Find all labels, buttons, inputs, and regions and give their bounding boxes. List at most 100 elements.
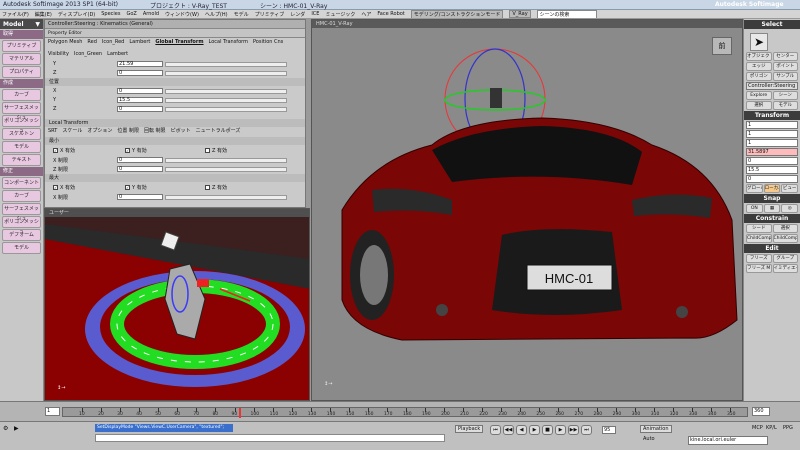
scale-x-field[interactable]: 1 — [746, 121, 798, 129]
value-field[interactable]: 21.59 — [117, 61, 163, 67]
checkbox[interactable]: ✓ — [125, 185, 130, 190]
toolbar-button[interactable]: テキスト — [2, 154, 41, 166]
object-select-button[interactable]: オブジェクト — [746, 52, 772, 61]
toolbar-button[interactable]: ポリゴンメッシュ — [2, 115, 41, 134]
animated-param-field[interactable]: kine.local.ori.euler — [688, 436, 768, 445]
sample-select-button[interactable]: サンプル — [772, 72, 798, 81]
select-arrow-icon[interactable]: ➤ — [750, 33, 768, 51]
perspective-scene[interactable]: ↕→ — [45, 209, 310, 401]
menu-item[interactable]: ファイル(F) — [2, 11, 29, 18]
toolbar-title[interactable]: Model ▼ — [0, 19, 43, 29]
scale-y-field[interactable]: 1 — [746, 130, 798, 138]
edge-select-button[interactable]: エッジ — [746, 62, 772, 71]
local-subtab[interactable]: ピボット — [171, 128, 191, 135]
snap-option-button[interactable]: ◎ — [781, 204, 799, 213]
property-tab[interactable]: Global Transform — [155, 39, 203, 46]
menu-item[interactable]: ICE — [311, 11, 319, 17]
x-max-slider[interactable] — [165, 194, 287, 200]
checkbox[interactable]: ✓ — [125, 148, 130, 153]
local-subtab[interactable]: 回転 制限 — [144, 128, 166, 135]
polygon-select-button[interactable]: ポリゴン — [746, 72, 772, 81]
property-tab[interactable]: Polygon Mesh — [48, 39, 82, 46]
pos-x-field[interactable]: 0 — [746, 157, 798, 165]
next-frame-button[interactable]: ▶ — [555, 425, 566, 435]
menu-item[interactable]: レンダ — [290, 11, 305, 18]
stop-button[interactable]: ■ — [542, 425, 553, 435]
value-field[interactable]: 0 — [117, 70, 163, 76]
toolbar-button[interactable]: マテリアル — [2, 53, 41, 65]
ppg-tab[interactable]: PPG — [783, 425, 793, 431]
point-select-button[interactable]: ポイント — [772, 62, 798, 71]
pos-z-slider[interactable] — [165, 106, 287, 112]
menu-item[interactable]: ミュージック — [325, 11, 355, 18]
start-frame-field[interactable]: 1 — [45, 407, 60, 416]
perspective-viewport[interactable]: ↕→ ユーザー — [44, 208, 310, 401]
local-subtab[interactable]: スケール — [62, 128, 82, 135]
menu-item[interactable]: プリミティブ — [255, 11, 285, 18]
immediate-button[interactable]: イミディエイト — [772, 264, 798, 273]
toolbar-button[interactable]: モデル — [2, 242, 41, 254]
next-key-button[interactable]: ▶▶ — [568, 425, 579, 435]
z-min-slider[interactable] — [165, 166, 287, 172]
menu-item[interactable]: ヘルプ(H) — [205, 11, 228, 18]
play-icon[interactable]: ▶ — [14, 425, 19, 432]
toolbar-button[interactable]: プリミティブ — [2, 40, 41, 52]
snap-option-button[interactable]: ▦ — [763, 204, 781, 213]
red-axis-handle[interactable] — [197, 279, 209, 287]
seed-button[interactable]: シード — [746, 224, 772, 233]
playback-menu[interactable]: Playback — [455, 425, 484, 433]
local-subtab[interactable]: SRT — [48, 128, 57, 135]
auto-key-label[interactable]: Auto — [643, 436, 655, 442]
steering-controller[interactable] — [490, 88, 502, 108]
kpl-tab[interactable]: KP/L — [766, 425, 777, 431]
x-min-field[interactable]: 0 — [117, 157, 163, 163]
mcp-tab[interactable]: MCP — [752, 425, 763, 431]
constrain-select-button[interactable]: 選択 — [772, 224, 798, 233]
play-button[interactable]: ▶ — [529, 425, 540, 435]
group-button[interactable]: グループ — [772, 254, 798, 263]
property-tab[interactable]: Local Transform — [209, 39, 248, 46]
script-command-line[interactable]: SetDisplayMode "Views.ViewC.UserCamera",… — [95, 424, 233, 432]
last-frame-button[interactable]: ⏭ — [581, 425, 592, 435]
freeze-button[interactable]: フリーズ — [746, 254, 772, 263]
viewport-header[interactable]: HMC-01_V-Ray — [312, 20, 742, 28]
checkbox[interactable] — [205, 148, 210, 153]
property-tab[interactable]: Position Cns — [253, 39, 283, 46]
local-subtab[interactable]: 位置 制限 — [117, 128, 139, 135]
childcomp-button[interactable]: ChildComp — [772, 234, 798, 243]
property-tab[interactable]: Icon_Red — [102, 39, 124, 46]
model-button[interactable]: モデル — [772, 101, 798, 110]
menu-item[interactable]: Face Robot — [377, 11, 404, 17]
scene-button[interactable]: シーン — [772, 91, 798, 100]
local-button[interactable]: ローカル — [763, 184, 781, 193]
checkbox[interactable]: ✓ — [53, 185, 58, 190]
viewport-header[interactable]: ユーザー — [45, 209, 309, 217]
pos-y-field[interactable]: 15.5 — [117, 97, 163, 103]
first-frame-button[interactable]: ⏮ — [490, 425, 501, 435]
property-tab[interactable]: Icon_Green — [74, 51, 102, 58]
toolbar-button[interactable]: モデル — [2, 141, 41, 153]
view-cube[interactable]: 前 — [712, 37, 732, 55]
value-slider[interactable] — [165, 70, 287, 76]
car-scene[interactable]: HMC-01 ↕→ — [312, 20, 743, 401]
z-min-field[interactable]: 0 — [117, 166, 163, 172]
toolbar-button[interactable]: スケルトン — [2, 128, 41, 140]
property-tab[interactable]: Lambert — [107, 51, 128, 58]
value-slider[interactable] — [165, 61, 287, 67]
toolbar-button[interactable]: コンポーネント — [2, 177, 41, 189]
toolbar-button[interactable]: ポリゴンメッシュ — [2, 216, 41, 235]
explore-button[interactable]: Explore — [746, 91, 772, 100]
center-select-button[interactable]: センター — [772, 52, 798, 61]
toolbar-section-header[interactable]: 作成 — [0, 79, 43, 88]
pos-z-field[interactable]: 0 — [117, 106, 163, 112]
toolbar-button[interactable]: カーブ — [2, 89, 41, 101]
playhead[interactable] — [239, 408, 241, 418]
freeze-m-button[interactable]: フリーズ M — [746, 264, 772, 273]
local-subtab[interactable]: オプション — [87, 128, 112, 135]
prev-frame-button[interactable]: ◀ — [516, 425, 527, 435]
pos-y-slider[interactable] — [165, 97, 287, 103]
menu-item[interactable]: ヘア — [361, 11, 371, 18]
global-button[interactable]: グローバル — [746, 184, 763, 193]
pos-y-field[interactable]: 15.5 — [746, 166, 798, 174]
scene-search-input[interactable]: シーンの検索 — [536, 10, 597, 18]
